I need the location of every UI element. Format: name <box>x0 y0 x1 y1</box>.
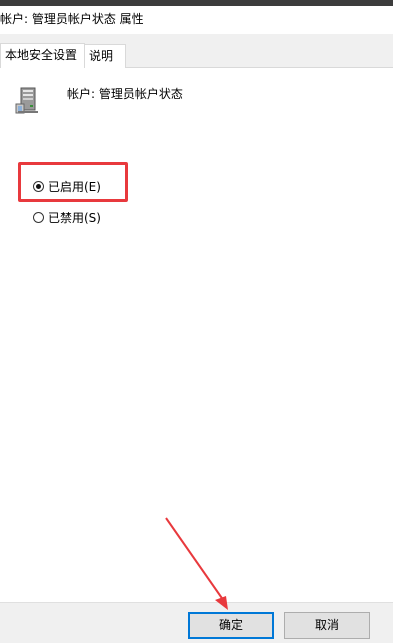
radio-disabled[interactable]: 已禁用(S) <box>33 209 101 226</box>
window-title: 帐户: 管理员帐户状态 属性 <box>0 12 144 26</box>
annotation-arrow <box>165 517 228 610</box>
radio-enabled[interactable]: 已启用(E) <box>33 178 101 195</box>
radio-enabled-indicator[interactable] <box>33 181 44 192</box>
policy-name: 帐户: 管理员帐户状态 <box>67 87 183 101</box>
tab-explain[interactable]: 说明 <box>84 44 126 68</box>
radio-disabled-indicator[interactable] <box>33 212 44 223</box>
annotation-arrow-line <box>165 517 227 605</box>
radio-enabled-label: 已启用(E) <box>48 180 101 194</box>
server-policy-icon <box>15 87 38 114</box>
cancel-button[interactable]: 取消 <box>284 612 370 639</box>
window-top-border <box>0 0 393 6</box>
ok-button[interactable]: 确定 <box>188 612 274 639</box>
tab-local-security-setting[interactable]: 本地安全设置 <box>0 43 85 68</box>
radio-disabled-label: 已禁用(S) <box>48 211 101 225</box>
